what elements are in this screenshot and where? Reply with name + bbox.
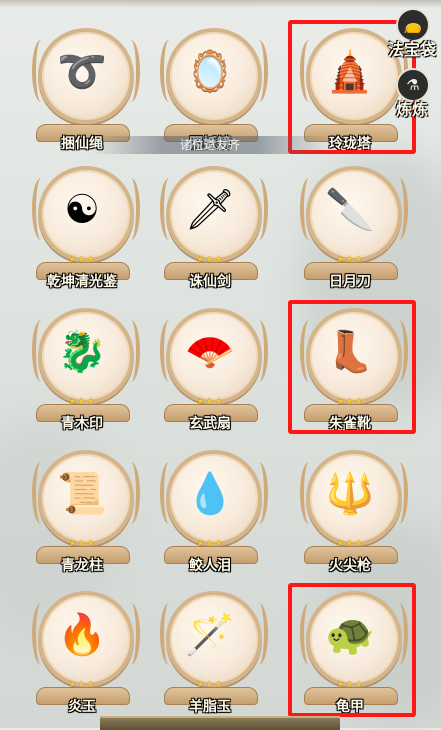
mirror-icon: 🪞: [185, 49, 235, 95]
star-rating: ★★★: [68, 397, 96, 407]
treasure-grid: ➰捆仙绳🪞照妖镜🛕玲珑塔☯★★★乾坤清光鉴🗡★★★诛仙剑🔪★★★日月刀🐉★★★青…: [0, 0, 441, 728]
treasure-label: 日月刀: [329, 274, 371, 290]
treasure-item-zhuxianjian[interactable]: 🗡 ★★★ 诛仙剑: [150, 160, 270, 290]
ruyi-jade-icon: 🪄: [185, 612, 235, 658]
star-rating: ★★★: [196, 255, 224, 265]
treasure-label: 火尖枪: [329, 558, 371, 574]
highlight-box: [288, 583, 416, 717]
star-rating: ★★★: [336, 539, 364, 549]
side-button-label: 法宝袋: [388, 40, 437, 59]
star-rating: ★★★: [196, 680, 224, 690]
flame-jade-icon: 🔥: [57, 612, 107, 658]
treasure-item-yanyu[interactable]: 🔥 ★★★ 炎玉: [22, 585, 142, 715]
treasure-item-zhaoyaojing[interactable]: 🪞照妖镜: [150, 22, 270, 152]
yinyang-mirror-icon: ☯: [64, 187, 100, 233]
star-rating: ★★★: [68, 680, 96, 690]
treasure-item-yangzhiyu[interactable]: 🪄 ★★★ 羊脂玉: [150, 585, 270, 715]
star-rating: ★★★: [68, 539, 96, 549]
tear-pendant-icon: 💧: [185, 471, 235, 517]
blade-icon: 🔪: [325, 187, 375, 233]
treasure-label: 青龙柱: [61, 558, 103, 574]
sword-icon: 🗡: [184, 187, 236, 233]
treasure-label: 乾坤清光鉴: [47, 274, 117, 290]
spear-icon: 🔱: [325, 471, 375, 517]
highlight-box: [288, 300, 416, 434]
scrolling-banner: 诸位道友齐: [90, 136, 330, 154]
star-rating: ★★★: [196, 539, 224, 549]
treasure-item-huojianqiang[interactable]: 🔱 ★★★ 火尖枪: [290, 444, 410, 574]
treasure-item-qiankunjian[interactable]: ☯ ★★★ 乾坤清光鉴: [22, 160, 142, 290]
treasure-item-jiaorenlei[interactable]: 💧 ★★★ 鲛人泪: [150, 444, 270, 574]
treasure-item-xuanwushan[interactable]: 🪭 ★★★ 玄武扇: [150, 302, 270, 432]
treasure-label: 炎玉: [68, 699, 96, 715]
treasure-label: 青木印: [61, 416, 103, 432]
treasure-item-qinglongzhu[interactable]: 📜 ★★★ 青龙柱: [22, 444, 142, 574]
treasure-item-kunxiansheng[interactable]: ➰ 捆仙绳: [22, 22, 142, 152]
star-rating: ★★★: [68, 255, 96, 265]
seal-icon: 🐉: [57, 329, 107, 375]
rope-icon: ➰: [57, 49, 107, 95]
treasure-label: 羊脂玉: [189, 699, 231, 715]
treasure-label: 鲛人泪: [189, 558, 231, 574]
treasure-item-riyuedao[interactable]: 🔪 ★★★ 日月刀: [290, 160, 410, 290]
treasure-label: 诛仙剑: [189, 274, 231, 290]
star-rating: ★★★: [196, 397, 224, 407]
fan-icon: 🪭: [185, 329, 235, 375]
treasure-item-qingmuyin[interactable]: 🐉 ★★★ 青木印: [22, 302, 142, 432]
side-button-label: 炼炼: [396, 100, 429, 119]
treasure-label: 玄武扇: [189, 416, 231, 432]
pillar-icon: 📜: [57, 471, 107, 517]
star-rating: ★★★: [336, 255, 364, 265]
